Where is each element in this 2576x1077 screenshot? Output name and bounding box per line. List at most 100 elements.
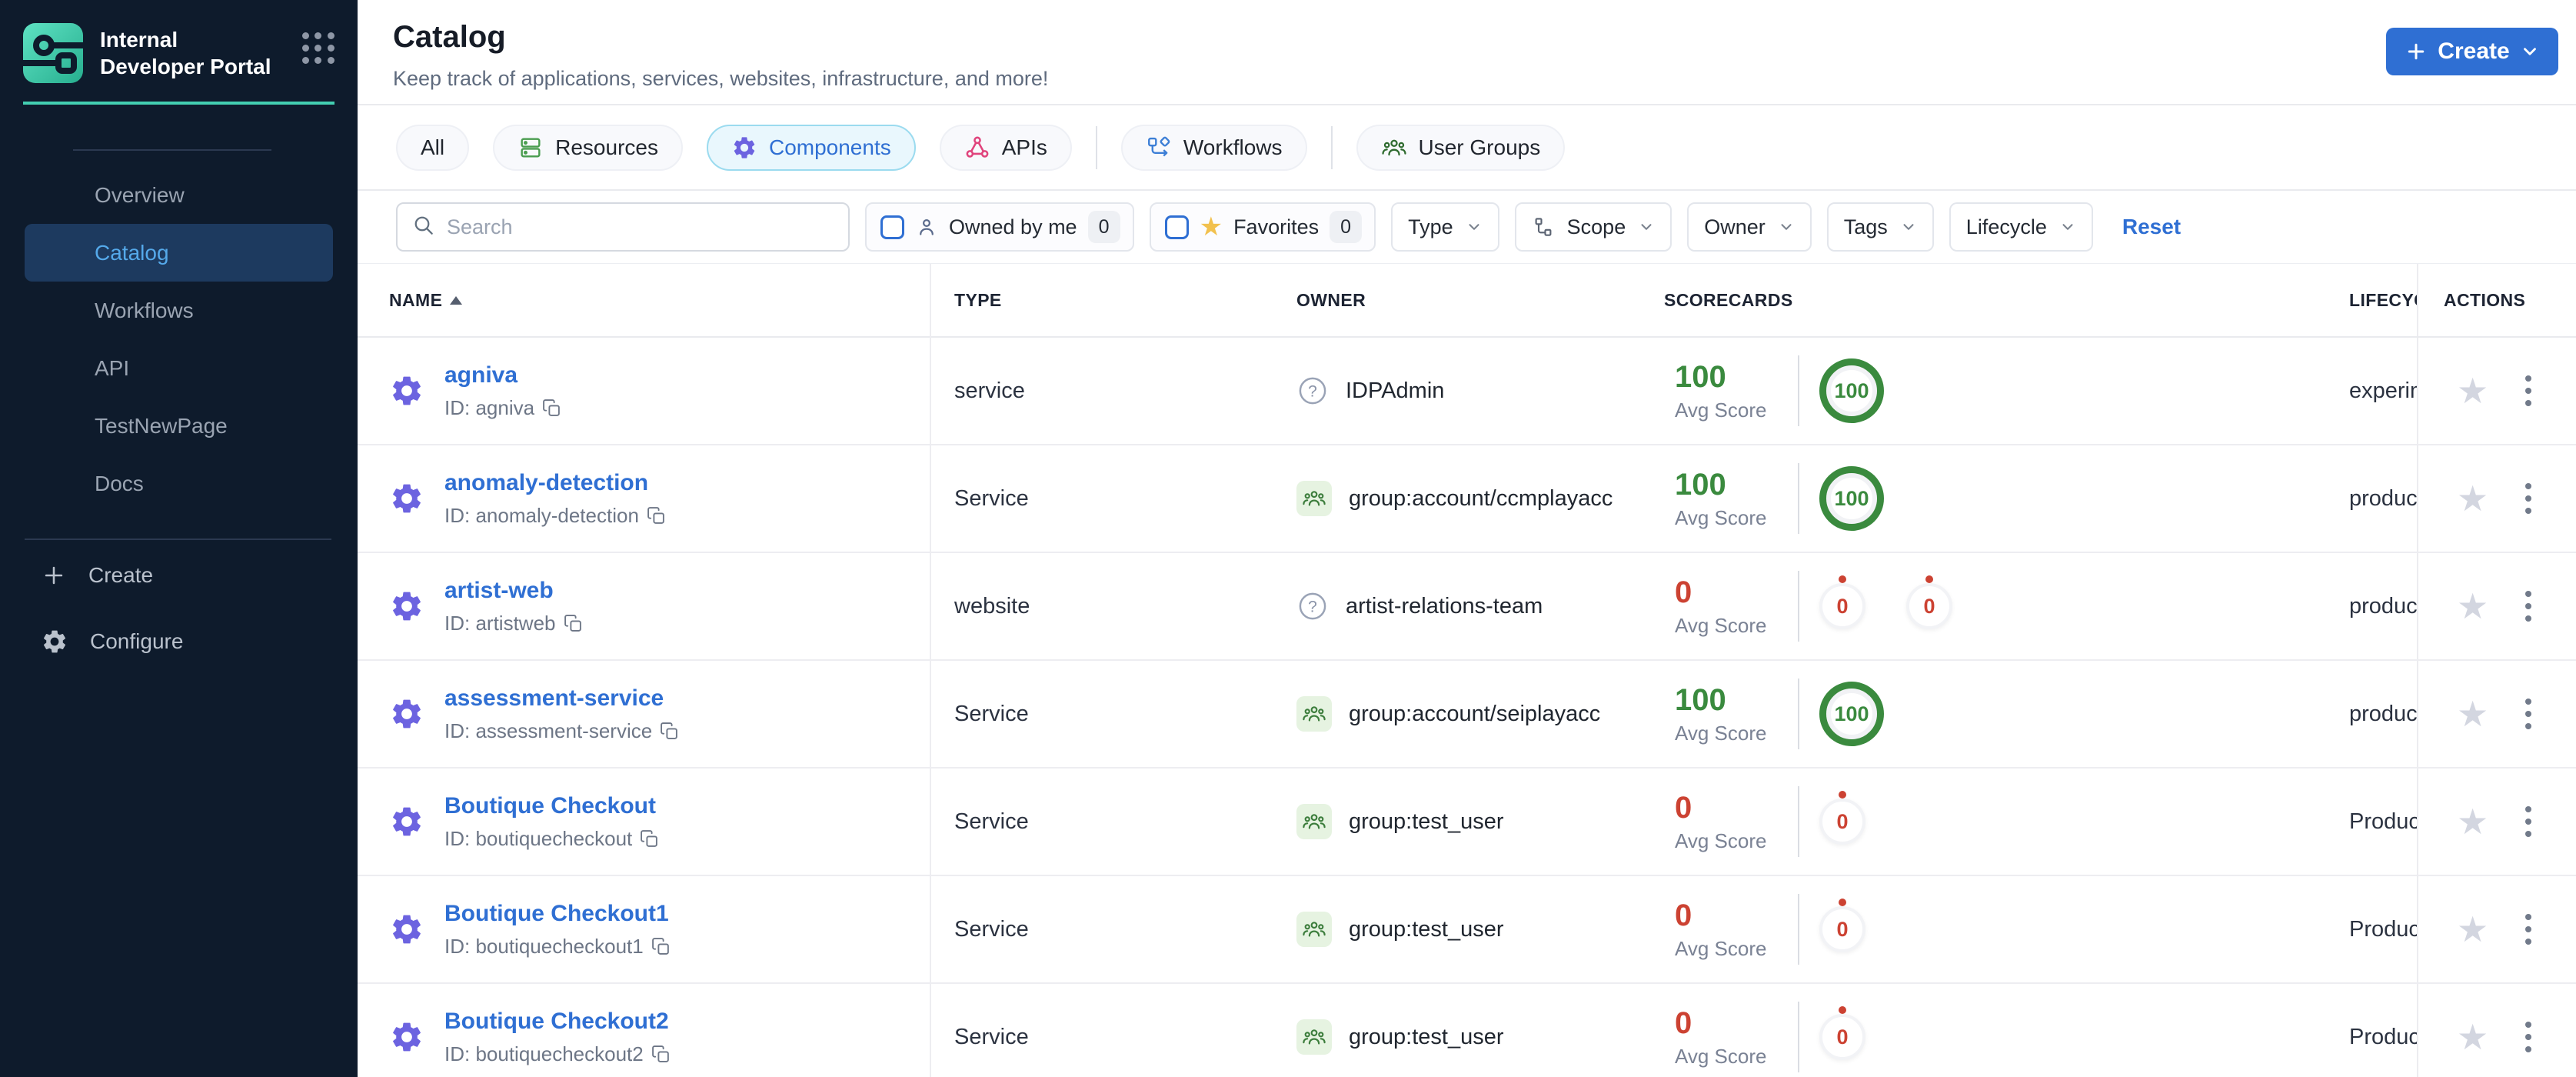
copy-icon[interactable] (651, 1045, 671, 1064)
apps-grid-icon[interactable] (302, 23, 334, 64)
kebab-menu-icon[interactable] (2521, 694, 2536, 734)
kebab-menu-icon[interactable] (2521, 371, 2536, 411)
favorites-filter[interactable]: ★ Favorites 0 (1149, 202, 1376, 252)
tab-workflows[interactable]: Workflows (1120, 124, 1307, 171)
entity-name-link[interactable]: artist-web (444, 578, 554, 603)
kebab-menu-icon[interactable] (2521, 1017, 2536, 1057)
owner-name: group:account/ccmplayacc (1349, 485, 1613, 511)
scorecard-badge[interactable]: 100 (1819, 358, 1884, 423)
tab-divider (1330, 125, 1333, 169)
page-title: Catalog (393, 20, 506, 54)
sidebar-configure-button[interactable]: Configure (0, 611, 358, 672)
tags-dropdown[interactable]: Tags (1826, 202, 1934, 252)
table-row[interactable]: Boutique Checkout2 ID: boutiquecheckout2… (358, 984, 2576, 1077)
header-name[interactable]: NAME (358, 290, 930, 311)
sidebar-create-button[interactable]: Create (0, 545, 358, 606)
sidebar-item-catalog[interactable]: Catalog (25, 224, 333, 282)
scorecard-badge[interactable]: 0 (1819, 906, 1865, 952)
tab-all[interactable]: All (396, 124, 470, 171)
table-row[interactable]: Boutique Checkout ID: boutiquecheckout S… (358, 769, 2576, 876)
tab-apis[interactable]: APIs (939, 124, 1072, 171)
sort-ascending-icon (450, 295, 463, 305)
score-divider (1798, 571, 1799, 642)
header-scorecards: SCORECARDS (1664, 289, 1793, 310)
entity-name-link[interactable]: anomaly-detection (444, 470, 648, 495)
sidebar-item-api[interactable]: API (25, 339, 333, 397)
table-row[interactable]: assessment-service ID: assessment-servic… (358, 661, 2576, 769)
brand-row: Internal Developer Portal (0, 0, 358, 102)
table-row[interactable]: anomaly-detection ID: anomaly-detection … (358, 445, 2576, 553)
entity-name-link[interactable]: assessment-service (444, 685, 664, 711)
sidebar-item-testnewpage[interactable]: TestNewPage (25, 397, 333, 455)
table-row[interactable]: agniva ID: agniva service ? IDPAdmin 100… (358, 338, 2576, 445)
favorite-star-icon[interactable]: ★ (2457, 1019, 2488, 1055)
type-dropdown[interactable]: Type (1391, 202, 1499, 252)
avg-score-label: Avg Score (1675, 721, 1767, 745)
owner-name: artist-relations-team (1346, 593, 1543, 619)
search-box[interactable] (396, 202, 850, 252)
owner-dropdown[interactable]: Owner (1687, 202, 1812, 252)
copy-icon[interactable] (640, 829, 659, 849)
chevron-down-icon (1900, 218, 1917, 235)
owned-by-me-filter[interactable]: Owned by me 0 (865, 202, 1134, 252)
favorite-star-icon[interactable]: ★ (2457, 696, 2488, 732)
scorecard-badge[interactable]: 0 (1819, 583, 1865, 629)
tab-components[interactable]: Components (706, 124, 916, 171)
sidebar-item-docs[interactable]: Docs (25, 455, 333, 512)
lifecycle-dropdown[interactable]: Lifecycle (1949, 202, 2093, 252)
table-row[interactable]: Boutique Checkout1 ID: boutiquecheckout1… (358, 876, 2576, 984)
tab-user-groups[interactable]: User Groups (1356, 124, 1566, 171)
score-divider (1798, 355, 1799, 426)
table-row[interactable]: artist-web ID: artistweb website ? artis… (358, 553, 2576, 661)
entity-id: ID: anomaly-detection (444, 503, 639, 527)
create-button[interactable]: Create (2386, 28, 2558, 75)
kebab-menu-icon[interactable] (2521, 478, 2536, 518)
favorite-star-icon[interactable]: ★ (2457, 804, 2488, 839)
copy-icon[interactable] (564, 614, 583, 633)
reset-filters-link[interactable]: Reset (2122, 215, 2181, 239)
copy-icon[interactable] (660, 722, 679, 741)
gear-icon (41, 628, 68, 655)
tab-resources[interactable]: Resources (493, 124, 683, 171)
sidebar-configure-label: Configure (90, 629, 184, 653)
kebab-menu-icon[interactable] (2521, 586, 2536, 626)
search-icon (411, 213, 436, 242)
component-gear-icon (389, 804, 424, 839)
scorecard-badge[interactable]: 100 (1819, 682, 1884, 746)
kebab-menu-icon[interactable] (2521, 802, 2536, 842)
scope-dropdown[interactable]: Scope (1514, 202, 1672, 252)
sidebar-item-overview[interactable]: Overview (25, 166, 333, 224)
score-divider (1798, 679, 1799, 749)
entity-name-link[interactable]: Boutique Checkout (444, 793, 656, 819)
score-divider (1798, 786, 1799, 857)
lifecycle-value: Produc (2349, 1024, 2417, 1049)
lifecycle-value: produc (2349, 701, 2417, 726)
lifecycle-value: produc (2349, 593, 2417, 619)
scorecard-badge[interactable]: 0 (1819, 799, 1865, 845)
favorite-star-icon[interactable]: ★ (2457, 912, 2488, 947)
score-divider (1798, 894, 1799, 965)
favorite-star-icon[interactable]: ★ (2457, 373, 2488, 408)
api-icon (964, 135, 990, 161)
owned-by-me-checkbox[interactable] (880, 215, 904, 239)
copy-icon[interactable] (542, 398, 561, 418)
entity-name-link[interactable]: agniva (444, 362, 518, 388)
sidebar-item-workflows[interactable]: Workflows (25, 282, 333, 339)
entity-name-link[interactable]: Boutique Checkout1 (444, 901, 669, 926)
owner-name: group:test_user (1349, 1024, 1504, 1049)
entity-name-link[interactable]: Boutique Checkout2 (444, 1009, 669, 1034)
favorites-checkbox[interactable] (1164, 215, 1189, 239)
copy-icon[interactable] (651, 937, 671, 956)
plus-icon (2408, 43, 2425, 60)
scorecard-badge[interactable]: 0 (1819, 1014, 1865, 1060)
group-icon (1296, 804, 1332, 839)
entity-id: ID: artistweb (444, 611, 556, 635)
copy-icon[interactable] (647, 506, 666, 525)
scorecard-badge[interactable]: 100 (1819, 466, 1884, 531)
favorite-star-icon[interactable]: ★ (2457, 589, 2488, 624)
favorite-star-icon[interactable]: ★ (2457, 481, 2488, 516)
scorecard-badge[interactable]: 0 (1906, 583, 1952, 629)
avg-score-value: 100 (1675, 359, 1726, 394)
search-input[interactable] (447, 215, 834, 239)
kebab-menu-icon[interactable] (2521, 909, 2536, 949)
